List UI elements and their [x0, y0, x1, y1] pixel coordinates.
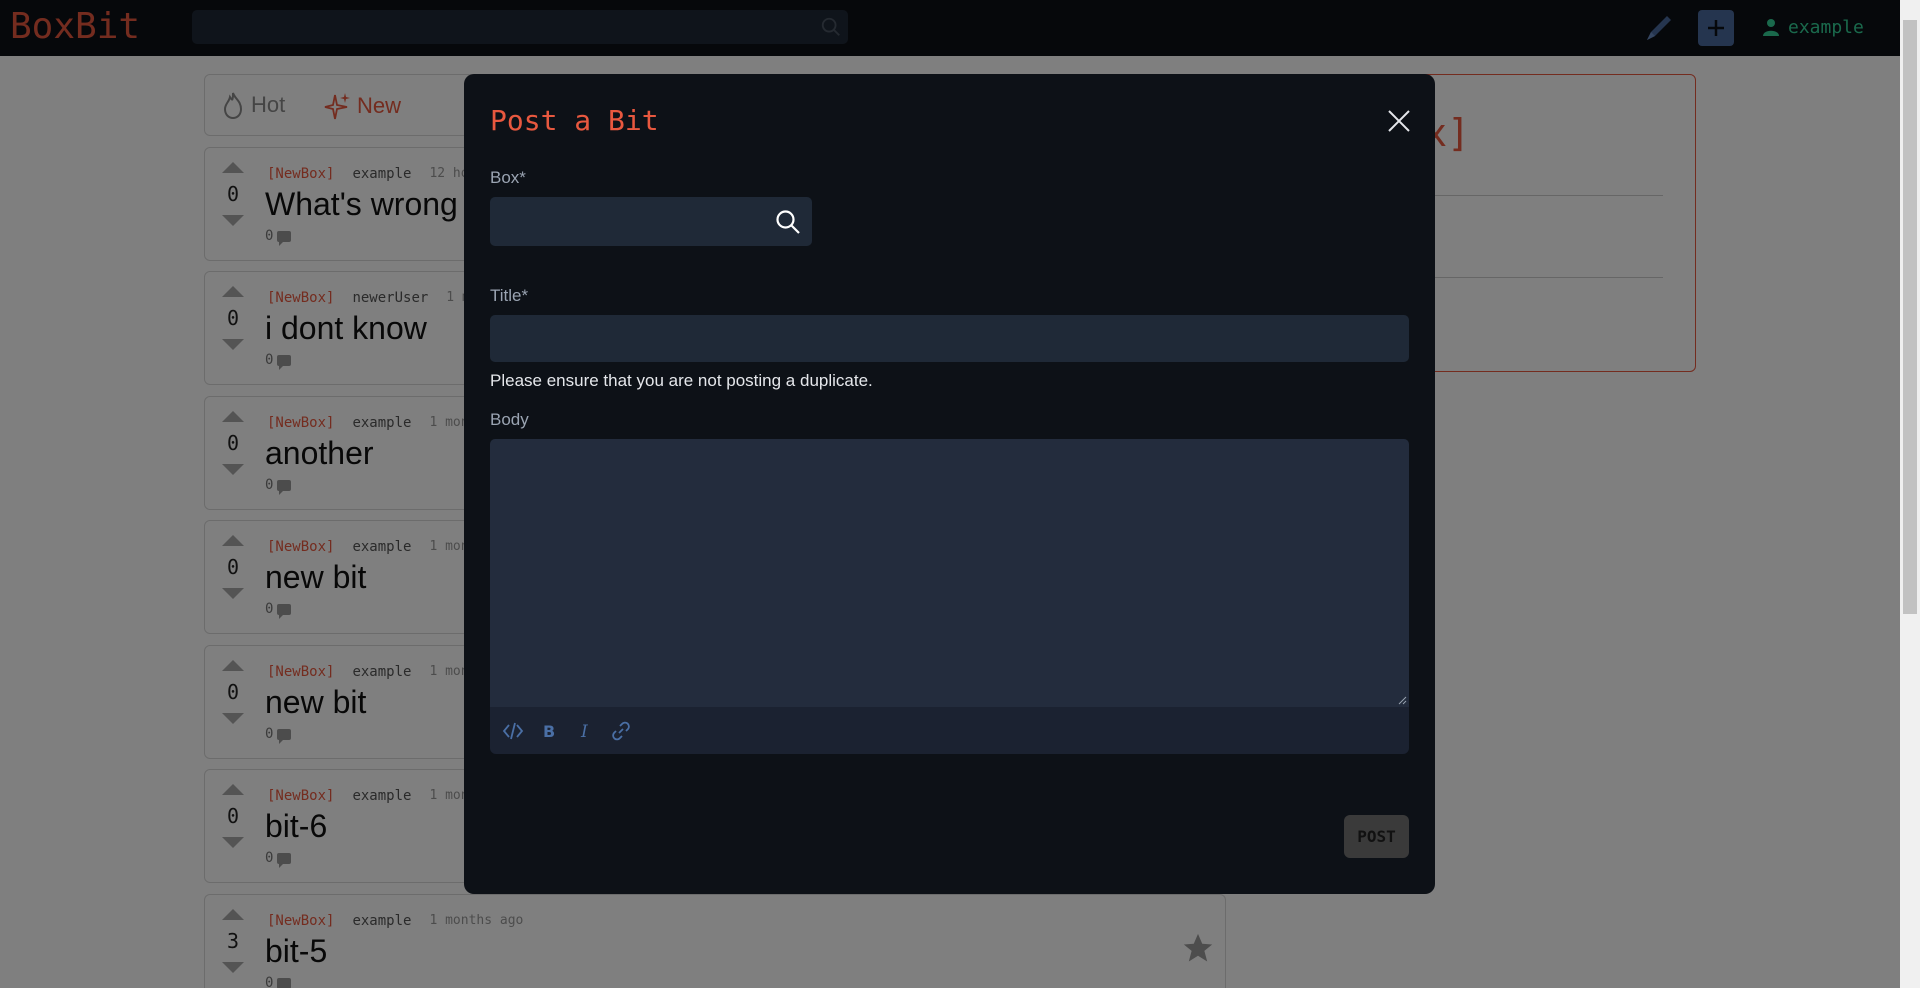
close-icon[interactable] [1386, 108, 1412, 134]
box-field-label: Box* [490, 168, 526, 187]
duplicate-warning: Please ensure that you are not posting a… [490, 371, 873, 390]
svg-text:I: I [580, 722, 588, 742]
body-textarea[interactable] [490, 439, 1409, 707]
body-field-label: Body [490, 410, 529, 429]
formatting-toolbar: B I [490, 707, 1409, 754]
code-icon[interactable] [502, 720, 524, 742]
scrollbar-thumb[interactable] [1903, 20, 1917, 614]
resize-handle-icon[interactable] [1397, 695, 1407, 705]
post-bit-modal: Post a Bit Box* Title* Please ensure tha… [464, 74, 1435, 894]
box-search-field[interactable] [490, 197, 812, 246]
title-field[interactable] [490, 315, 1409, 362]
italic-icon[interactable]: I [574, 720, 596, 742]
post-submit-button[interactable]: POST [1344, 815, 1409, 858]
search-icon[interactable] [774, 208, 802, 236]
svg-text:B: B [543, 722, 555, 741]
modal-title: Post a Bit [490, 104, 659, 137]
title-field-label: Title* [490, 286, 529, 305]
bold-icon[interactable]: B [538, 720, 560, 742]
page-scrollbar[interactable] [1900, 0, 1920, 988]
link-icon[interactable] [610, 720, 632, 742]
